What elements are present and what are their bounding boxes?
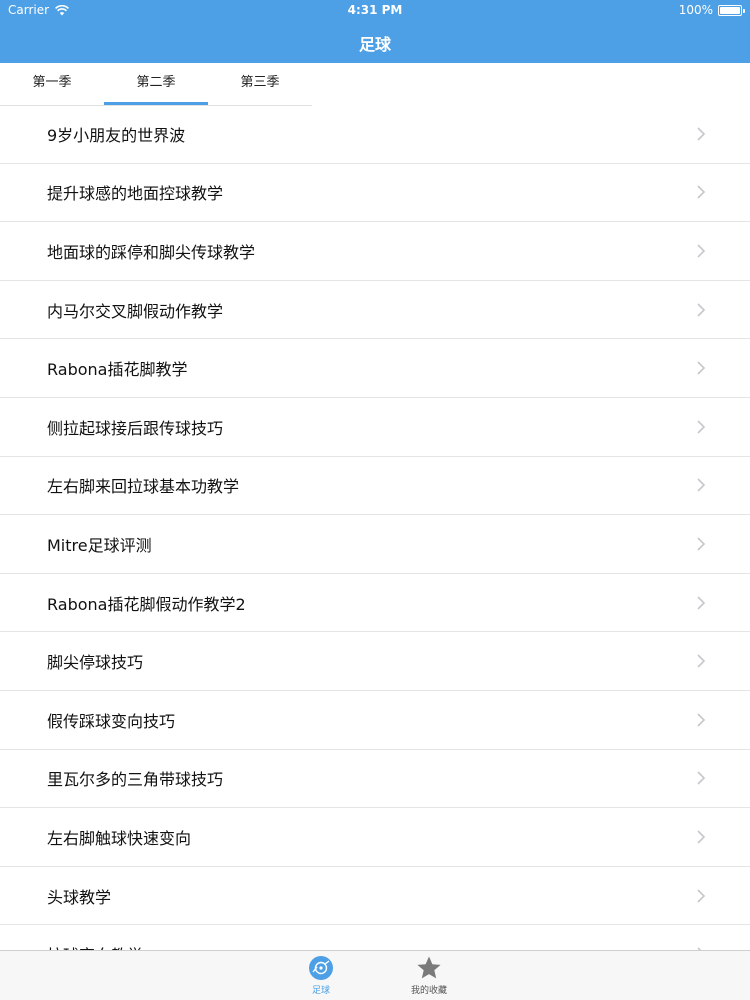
list-item-title: 里瓦尔多的三角带球技巧	[47, 770, 224, 790]
battery-icon	[718, 4, 745, 16]
chevron-right-icon	[697, 420, 706, 434]
list-item[interactable]: 内马尔交叉脚假动作教学	[0, 281, 750, 340]
list-item-title: 脚尖停球技巧	[47, 653, 144, 673]
status-right: 100%	[678, 3, 745, 17]
list-item[interactable]: Rabona插花脚假动作教学2	[0, 574, 750, 633]
chevron-right-icon	[697, 771, 706, 785]
chevron-right-icon	[697, 888, 706, 903]
list-item[interactable]: 9岁小朋友的世界波	[0, 105, 750, 164]
tabbar-label-soccer: 足球	[311, 986, 330, 996]
chevron-right-icon	[697, 303, 706, 317]
chevron-right-icon	[697, 654, 706, 668]
battery-cap	[743, 8, 745, 13]
list-item[interactable]: 脚尖停球技巧	[0, 632, 750, 691]
chevron-right-icon	[697, 713, 706, 727]
list-item[interactable]: 头球教学	[0, 867, 750, 926]
list-item-title: 头球教学	[47, 887, 112, 907]
status-bar: Carrier 4:31 PM 100%	[0, 0, 750, 22]
list-item-title: Rabona插花脚假动作教学2	[47, 594, 246, 614]
chevron-right-icon	[697, 127, 706, 141]
list-item-title: 提升球感的地面控球教学	[47, 184, 224, 204]
list-item-title: Rabona插花脚教学	[47, 360, 188, 380]
list-item[interactable]: Rabona插花脚教学	[0, 339, 750, 398]
list-item-title: Mitre足球评测	[47, 535, 152, 555]
list-item-title: 左右脚来回拉球基本功教学	[47, 477, 240, 497]
chevron-right-icon	[697, 478, 706, 492]
list-item[interactable]: Mitre足球评测	[0, 515, 750, 574]
list-item-title: 左右脚触球快速变向	[47, 828, 192, 848]
chevron-right-icon	[697, 830, 706, 844]
list-item[interactable]: 侧拉起球接后跟传球技巧	[0, 398, 750, 457]
soccer-disc-icon	[309, 956, 333, 980]
chevron-right-icon	[697, 185, 706, 199]
list-item[interactable]: 提升球感的地面控球教学	[0, 164, 750, 223]
list-item[interactable]: 地面球的踩停和脚尖传球教学	[0, 222, 750, 281]
star-icon	[417, 956, 441, 979]
chevron-right-icon	[697, 361, 706, 375]
battery-percent: 100%	[678, 3, 713, 17]
list-item-title: 拉球变向教学	[47, 942, 143, 950]
tab-season-1[interactable]: 第一季	[0, 63, 104, 105]
list-item-title: 内马尔交叉脚假动作教学	[47, 301, 224, 321]
list-item[interactable]: 假传踩球变向技巧	[0, 691, 750, 750]
tab-season-2[interactable]: 第二季	[104, 63, 208, 105]
chevron-right-icon	[697, 537, 706, 551]
list-item[interactable]: 里瓦尔多的三角带球技巧	[0, 750, 750, 809]
list-item-title: 地面球的踩停和脚尖传球教学	[47, 242, 256, 262]
list-item[interactable]: 左右脚来回拉球基本功教学	[0, 457, 750, 516]
list-item[interactable]: 拉球变向教学	[0, 925, 750, 950]
tab-season-3[interactable]: 第三季	[208, 63, 312, 105]
tabbar-label-favorites: 我的收藏	[410, 986, 447, 996]
list-item-title: 侧拉起球接后跟传球技巧	[47, 418, 224, 438]
tabbar-item-favorites[interactable]: 我的收藏	[399, 955, 459, 996]
chevron-right-icon	[697, 244, 706, 258]
season-tabs: 第一季 第二季 第三季	[0, 63, 312, 106]
chevron-right-icon	[697, 595, 706, 610]
status-time: 4:31 PM	[347, 3, 403, 17]
list-item-title: 9岁小朋友的世界波	[47, 125, 186, 145]
navigation-header: Carrier 4:31 PM 100% 足球	[0, 0, 750, 63]
list-item[interactable]: 左右脚触球快速变向	[0, 808, 750, 867]
list-item-title: 假传踩球变向技巧	[47, 711, 176, 731]
tabbar-item-soccer[interactable]: 足球	[291, 955, 351, 996]
battery-fill	[720, 6, 740, 14]
video-list: 9岁小朋友的世界波提升球感的地面控球教学地面球的踩停和脚尖传球教学 内马尔交叉脚假…	[0, 105, 750, 950]
bottom-tab-bar: 足球 我的收藏	[0, 950, 750, 1000]
page-title: 足球	[358, 35, 391, 54]
